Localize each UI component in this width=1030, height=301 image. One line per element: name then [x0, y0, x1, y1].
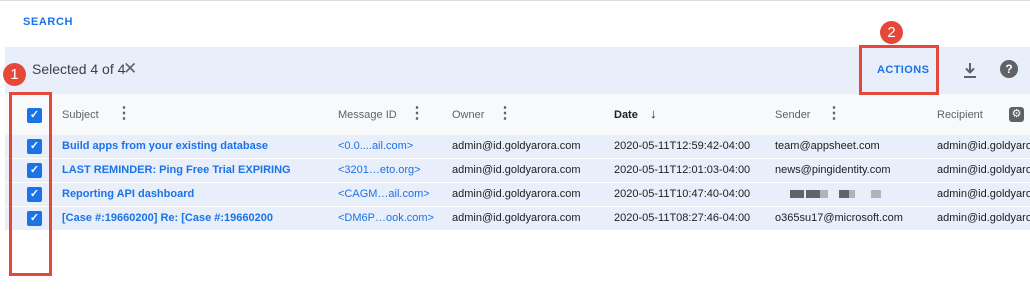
- message-id-cell[interactable]: <0.0....ail.com>: [338, 140, 413, 152]
- date-cell: 2020-05-11T12:01:03-04:00: [614, 164, 751, 176]
- subject-column-menu-icon[interactable]: ⋮: [116, 103, 132, 123]
- message-id-cell[interactable]: <3201…eto.org>: [338, 164, 421, 176]
- redaction-block: [806, 190, 820, 198]
- column-header-sender[interactable]: Sender: [775, 109, 810, 121]
- owner-cell: admin@id.goldyarora.com: [452, 140, 581, 152]
- column-header-recipient[interactable]: Recipient: [937, 109, 983, 121]
- message-id-cell[interactable]: <CAGM…ail.com>: [338, 188, 430, 200]
- annotation-box-actions: [859, 45, 939, 95]
- owner-cell: admin@id.goldyarora.com: [452, 212, 581, 224]
- annotation-badge-2: 2: [880, 21, 903, 44]
- sort-descending-arrow-icon[interactable]: ↓: [650, 106, 657, 121]
- recipient-cell: admin@id.goldyaror: [937, 164, 1030, 176]
- redaction-block: [839, 190, 849, 198]
- subject-cell[interactable]: Build apps from your existing database: [62, 140, 268, 152]
- clear-selection-close-icon[interactable]: ✕: [123, 59, 137, 79]
- help-icon[interactable]: ?: [1000, 60, 1018, 78]
- column-header-subject[interactable]: Subject: [62, 109, 99, 121]
- annotation-box-checkboxes: [9, 92, 52, 276]
- recipient-cell: admin@id.goldyaror: [937, 212, 1030, 224]
- owner-column-menu-icon[interactable]: ⋮: [497, 103, 513, 123]
- message-id-cell[interactable]: <DM6P…ook.com>: [338, 212, 434, 224]
- redaction-block: [849, 190, 855, 198]
- date-cell: 2020-05-11T12:59:42-04:00: [614, 140, 751, 152]
- table-row[interactable]: ✓ LAST REMINDER: Ping Free Trial EXPIRIN…: [5, 159, 1030, 183]
- recipient-cell: admin@id.goldyaror: [937, 188, 1030, 200]
- redaction-block: [820, 190, 828, 198]
- search-link[interactable]: SEARCH: [23, 16, 73, 28]
- redaction-block: [871, 190, 881, 198]
- subject-cell[interactable]: Reporting API dashboard: [62, 188, 194, 200]
- message-id-column-menu-icon[interactable]: ⋮: [409, 103, 425, 123]
- download-icon[interactable]: [963, 62, 977, 79]
- subject-cell[interactable]: LAST REMINDER: Ping Free Trial EXPIRING: [62, 164, 291, 176]
- sender-cell: o365su17@microsoft.com: [775, 212, 903, 224]
- table-row[interactable]: ✓ Reporting API dashboard <CAGM…ail.com>…: [5, 183, 1030, 207]
- table-row[interactable]: ✓ Build apps from your existing database…: [5, 135, 1030, 159]
- date-cell: 2020-05-11T08:27:46-04:00: [614, 212, 751, 224]
- top-divider: [0, 0, 1030, 1]
- sender-cell: news@pingidentity.com: [775, 164, 891, 176]
- sender-column-menu-icon[interactable]: ⋮: [826, 103, 842, 123]
- sender-cell: team@appsheet.com: [775, 140, 880, 152]
- column-header-owner[interactable]: Owner: [452, 109, 484, 121]
- owner-cell: admin@id.goldyarora.com: [452, 188, 581, 200]
- selection-count: Selected 4 of 4: [32, 61, 126, 77]
- table-header: ✓ Subject ⋮ Message ID ⋮ Owner ⋮ Date ↓ …: [5, 94, 1030, 138]
- subject-cell[interactable]: [Case #:19660200] Re: [Case #:19660200: [62, 212, 273, 224]
- recipient-cell: admin@id.goldyaror: [937, 140, 1030, 152]
- column-header-date[interactable]: Date: [614, 109, 638, 121]
- annotation-badge-1: 1: [3, 63, 26, 86]
- column-header-message-id[interactable]: Message ID: [338, 109, 397, 121]
- date-cell: 2020-05-11T10:47:40-04:00: [614, 188, 751, 200]
- redaction-block: [790, 190, 804, 198]
- owner-cell: admin@id.goldyarora.com: [452, 164, 581, 176]
- gear-icon[interactable]: ⚙: [1009, 107, 1024, 122]
- table-row[interactable]: ✓ [Case #:19660200] Re: [Case #:19660200…: [5, 207, 1030, 231]
